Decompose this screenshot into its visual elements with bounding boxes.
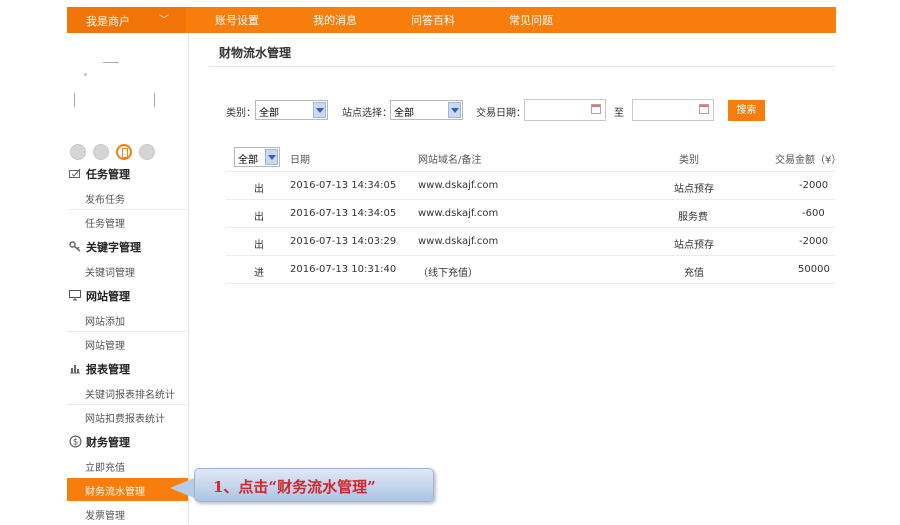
nav-my-messages[interactable]: 我的消息 xyxy=(313,12,357,28)
domain-cell: www.dskajf.com xyxy=(418,236,499,247)
sidebar-item-add-website[interactable]: 网站添加 xyxy=(67,308,188,331)
start-date-input[interactable] xyxy=(524,99,606,121)
sidebar-item-keyword-management[interactable]: 关键词管理 xyxy=(67,259,188,282)
section-label: 报表管理 xyxy=(86,363,130,376)
top-nav-bar: 我是商户 ﹀ 账号设置 我的消息 问答百科 常见问题 xyxy=(67,7,836,33)
direction-cell: 出 xyxy=(254,212,264,223)
direction-cell: 进 xyxy=(254,268,264,279)
section-label: 财务管理 xyxy=(86,436,130,449)
category-select[interactable]: 全部 xyxy=(255,100,328,120)
site-select-value: 全部 xyxy=(394,108,414,119)
direction-cell: 出 xyxy=(254,240,264,251)
end-date-input[interactable] xyxy=(632,99,714,121)
category-cell: 服务费 xyxy=(678,212,708,223)
direction-filter-select[interactable]: 全部 xyxy=(234,147,280,167)
mobile-icon[interactable] xyxy=(116,144,132,160)
page-title: 财物流水管理 xyxy=(219,46,292,60)
date-cell: 2016-07-13 14:03:29 xyxy=(290,236,397,247)
amount-cell: -2000 xyxy=(799,236,829,247)
to-label: 至 xyxy=(614,108,624,119)
bar-chart-icon xyxy=(70,365,80,374)
domain-cell: （线下充值） xyxy=(418,268,478,279)
dollar-icon: $ xyxy=(69,435,82,448)
amount-cell: 50000 xyxy=(798,264,830,275)
nav-faq[interactable]: 常见问题 xyxy=(509,12,553,28)
sidebar-item-label: 财务流水管理 xyxy=(85,487,145,498)
chevron-down-icon xyxy=(448,102,461,118)
mail-icon[interactable] xyxy=(93,144,109,160)
domain-cell: www.dskajf.com xyxy=(418,208,499,219)
section-label: 关键字管理 xyxy=(86,241,141,254)
card-icon[interactable] xyxy=(139,144,155,160)
site-select[interactable]: 全部 xyxy=(390,100,463,120)
key-icon xyxy=(69,241,81,252)
section-keyword-management: 关键字管理 xyxy=(67,236,188,258)
column-header-domain-note: 网站域名/备注 xyxy=(418,155,482,166)
domain-cell: www.dskajf.com xyxy=(418,180,499,191)
sidebar-item-label: 发布任务 xyxy=(85,195,125,206)
category-cell: 站点预存 xyxy=(674,184,714,195)
category-select-value: 全部 xyxy=(259,108,279,119)
category-cell: 站点预存 xyxy=(674,240,714,251)
section-task-management: 任务管理 xyxy=(67,163,188,185)
sidebar-item-label: 关键词管理 xyxy=(85,268,135,279)
section-website-management: 网站管理 xyxy=(67,285,188,307)
date-cell: 2016-07-13 10:31:40 xyxy=(290,264,397,275)
title-divider xyxy=(209,66,835,67)
sidebar-item-label: 网站管理 xyxy=(85,341,125,352)
role-switcher[interactable]: 我是商户 ﹀ xyxy=(67,7,186,33)
section-report-management: 报表管理 xyxy=(67,358,188,380)
site-label: 站点选择： xyxy=(342,108,392,119)
direction-filter-value: 全部 xyxy=(238,155,258,166)
sidebar-item-label: 任务管理 xyxy=(85,219,125,230)
amount-cell: -2000 xyxy=(799,180,829,191)
column-header-date: 日期 xyxy=(290,155,310,166)
section-finance-management: $ 财务管理 xyxy=(67,431,188,453)
sidebar-item-website-management[interactable]: 网站管理 xyxy=(67,332,188,355)
calendar-icon[interactable] xyxy=(699,104,709,114)
calendar-icon[interactable] xyxy=(591,104,601,114)
section-label: 任务管理 xyxy=(86,168,130,181)
sidebar-item-site-fee-report[interactable]: 网站扣费报表统计 xyxy=(67,405,188,428)
sidebar-item-label: 网站添加 xyxy=(85,317,125,328)
sidebar-item-recharge-now[interactable]: 立即充值 xyxy=(67,454,188,477)
quick-icons xyxy=(70,144,190,162)
sidebar-item-label: 关键词报表排名统计 xyxy=(85,390,175,401)
sidebar-item-publish-task[interactable]: 发布任务 xyxy=(67,186,188,209)
role-label: 我是商户 xyxy=(86,15,130,28)
date-cell: 2016-07-13 14:34:05 xyxy=(290,208,397,219)
sidebar-item-label: 网站扣费报表统计 xyxy=(85,414,165,425)
amount-cell: -600 xyxy=(802,208,825,219)
chevron-down-icon xyxy=(265,149,278,165)
nav-account-settings[interactable]: 账号设置 xyxy=(215,12,259,28)
chevron-down-icon xyxy=(313,102,326,118)
chevron-down-icon: ﹀ xyxy=(159,15,169,26)
sidebar-item-label: 发票管理 xyxy=(85,511,125,522)
task-icon xyxy=(69,168,81,178)
callout-text: 1、点击“财务流水管理” xyxy=(213,478,376,496)
callout-pointer xyxy=(170,478,194,498)
date-cell: 2016-07-13 14:34:05 xyxy=(290,180,397,191)
column-header-category: 类别 xyxy=(679,155,699,166)
trade-date-label: 交易日期： xyxy=(476,108,526,119)
sidebar-item-task-management[interactable]: 任务管理 xyxy=(67,210,188,233)
sidebar-item-keyword-ranking-report[interactable]: 关键词报表排名统计 xyxy=(67,381,188,404)
svg-text:$: $ xyxy=(73,438,79,448)
direction-cell: 出 xyxy=(254,184,264,195)
instruction-callout: 1、点击“财务流水管理” xyxy=(194,468,434,502)
section-label: 网站管理 xyxy=(86,290,130,303)
nav-qa-wiki[interactable]: 问答百科 xyxy=(411,12,455,28)
category-cell: 充值 xyxy=(684,268,704,279)
sidebar-item-invoice-management[interactable]: 发票管理 xyxy=(67,502,188,525)
sidebar-item-label: 立即充值 xyxy=(85,463,125,474)
monitor-icon xyxy=(69,290,81,301)
column-header-amount: 交易金额（¥） xyxy=(775,155,842,166)
sidebar: 任务管理 发布任务 任务管理 关键字管理 关键词管理 网站管理 网站添加 网站管… xyxy=(67,33,189,524)
category-label: 类别： xyxy=(226,108,256,119)
id-card-icon[interactable] xyxy=(70,144,86,160)
search-button[interactable]: 搜索 xyxy=(728,100,765,121)
